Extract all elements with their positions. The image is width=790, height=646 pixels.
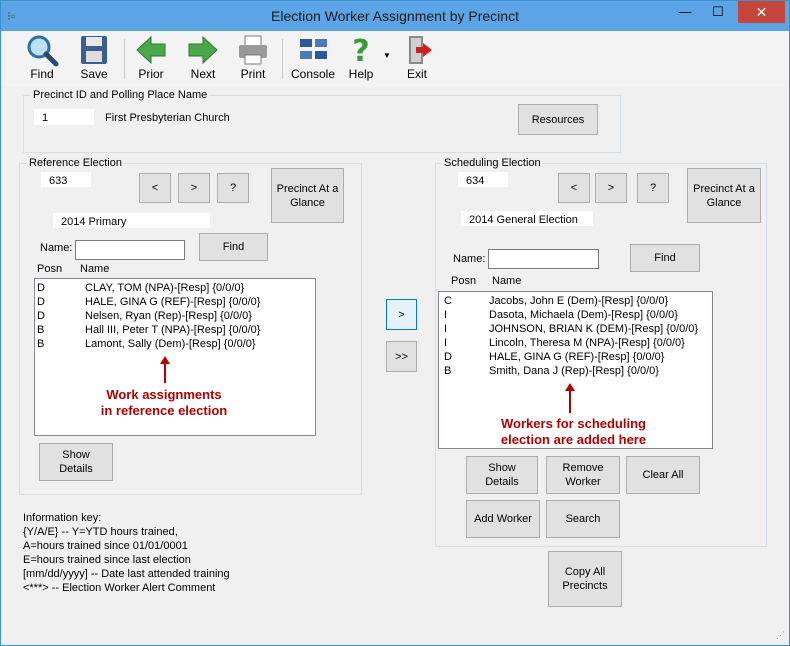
save-toolbar-button[interactable]: Save	[69, 33, 119, 81]
reference-show-details-button[interactable]: Show Details	[39, 443, 113, 481]
scheduling-glance-button[interactable]: Precinct At a Glance	[687, 168, 761, 223]
reference-group-label: Reference Election	[27, 157, 124, 169]
print-toolbar-button[interactable]: Print	[228, 33, 278, 81]
reference-next-button[interactable]: >	[178, 173, 210, 203]
save-toolbar-label: Save	[80, 67, 108, 81]
precinct-id-field[interactable]: 1	[34, 109, 94, 125]
console-icon	[300, 39, 327, 59]
scheduling-show-details-button[interactable]: Show Details	[466, 456, 538, 494]
prior-toolbar-label: Prior	[138, 67, 164, 81]
information-key: Information key: {Y/A/E} -- Y=YTD hours …	[23, 512, 230, 594]
scheduling-name-label: Name:	[453, 253, 486, 265]
reference-name-input[interactable]	[75, 240, 185, 260]
search-button[interactable]: Search	[546, 500, 620, 538]
magnifier-icon	[27, 35, 59, 67]
scheduling-election-id[interactable]: 634	[458, 172, 508, 187]
arrow-left-icon	[136, 35, 166, 65]
maximize-button[interactable]: ☐	[704, 1, 732, 23]
scheduling-col-posn: Posn	[451, 275, 477, 287]
copy-all-precincts-button[interactable]: Copy All Precincts	[548, 551, 622, 607]
next-toolbar-button[interactable]: Next	[178, 33, 228, 81]
scheduling-name-input[interactable]	[488, 249, 599, 269]
close-button[interactable]: ✕	[738, 1, 785, 23]
scheduling-help-button[interactable]: ?	[637, 173, 669, 203]
annotation-arrow-shaft	[164, 363, 166, 383]
scheduling-annotation: Workers for scheduling election are adde…	[500, 416, 647, 447]
prior-toolbar-button[interactable]: Prior	[126, 33, 176, 81]
toolbar-separator	[124, 39, 125, 79]
add-worker-button[interactable]: Add Worker	[466, 500, 540, 538]
add-selected-button[interactable]: >	[386, 299, 417, 330]
help-toolbar-button[interactable]: ? Help	[336, 33, 386, 81]
minimize-button[interactable]: —	[671, 1, 699, 23]
scheduling-election-name: 2014 General Election	[461, 211, 593, 226]
reference-glance-button[interactable]: Precinct At a Glance	[271, 168, 344, 223]
reference-help-button[interactable]: ?	[217, 173, 249, 203]
scheduling-group-label: Scheduling Election	[442, 157, 543, 169]
svg-text:?: ?	[352, 34, 369, 67]
reference-col-name: Name	[80, 263, 110, 275]
title-bar: ⁝▫ Election Worker Assignment by Precinc…	[1, 1, 789, 31]
scheduling-col-name: Name	[492, 275, 522, 287]
resources-button[interactable]: Resources	[518, 104, 598, 135]
find-toolbar-button[interactable]: Find	[17, 33, 67, 81]
floppy-disk-icon	[81, 36, 107, 64]
console-toolbar-label: Console	[290, 67, 336, 81]
clear-all-button[interactable]: Clear All	[626, 456, 700, 494]
toolbar-separator	[282, 39, 283, 79]
scheduling-next-button[interactable]: >	[595, 173, 627, 203]
reference-election-id[interactable]: 633	[41, 172, 91, 187]
next-toolbar-label: Next	[190, 67, 216, 81]
reference-annotation: Work assignments in reference election	[100, 387, 228, 418]
help-question-icon: ?	[352, 34, 369, 67]
reference-prev-button[interactable]: <	[139, 173, 171, 203]
help-toolbar-label: Help	[348, 67, 374, 81]
reference-col-posn: Posn	[37, 263, 63, 275]
precinct-group-label: Precinct ID and Polling Place Name	[31, 89, 210, 101]
printer-icon	[239, 35, 267, 65]
reference-find-button[interactable]: Find	[199, 233, 268, 261]
reference-election-name: 2014 Primary	[53, 213, 210, 228]
annotation-arrow-shaft	[569, 390, 571, 413]
scheduling-find-button[interactable]: Find	[630, 244, 700, 272]
remove-worker-button[interactable]: Remove Worker	[546, 456, 620, 494]
resize-grip-icon[interactable]: ⋰	[776, 630, 785, 641]
console-toolbar-button[interactable]: Console	[288, 33, 338, 81]
reference-name-label: Name:	[40, 242, 73, 254]
find-toolbar-label: Find	[30, 67, 54, 81]
help-dropdown-arrow-icon[interactable]: ▼	[383, 51, 391, 60]
toolbar: Find Save Prior Next Print Console ? Hel…	[2, 31, 788, 87]
exit-door-icon	[409, 36, 432, 64]
exit-toolbar-button[interactable]: Exit	[392, 33, 442, 81]
main-window: ⁝▫ Election Worker Assignment by Precinc…	[0, 0, 790, 646]
scheduling-prev-button[interactable]: <	[558, 173, 590, 203]
print-toolbar-label: Print	[240, 67, 266, 81]
add-all-button[interactable]: >>	[386, 341, 417, 372]
polling-place-name: First Presbyterian Church	[105, 112, 230, 124]
exit-toolbar-label: Exit	[406, 67, 427, 81]
arrow-right-icon	[188, 35, 218, 65]
